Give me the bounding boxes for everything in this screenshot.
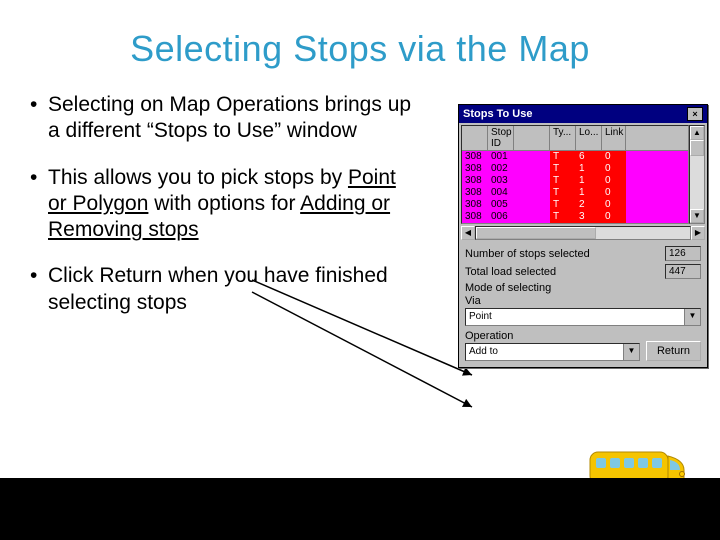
hscroll-track[interactable] [475,226,691,240]
bullet-2: • This allows you to pick stops by Point… [30,165,420,244]
table-row[interactable]: 308003T10 [462,175,688,187]
bullet-1-text: Selecting on Map Operations brings up a … [48,92,420,145]
load-selected-label: Total load selected [465,266,665,278]
scroll-right-icon[interactable]: ▶ [691,226,705,240]
operation-label: Operation [465,330,640,342]
close-icon[interactable]: × [687,107,703,121]
num-selected-row: Number of stops selected 126 [465,246,701,261]
num-selected-value: 126 [665,246,701,261]
chevron-down-icon[interactable]: ▼ [684,309,700,325]
bullet-dot: • [30,92,48,118]
scroll-down-icon[interactable]: ▼ [690,209,704,223]
chevron-down-icon[interactable]: ▼ [623,344,639,360]
bullet-dot: • [30,263,48,289]
stops-grid[interactable]: Stop ID Ty... Lo... Link 308001T60308002… [461,125,689,224]
bullet-3-text: Click Return when you have finished sele… [48,263,420,316]
mode-label: Mode of selecting [465,282,701,294]
table-row[interactable]: 308004T10 [462,187,688,199]
via-label: Via [465,295,701,307]
table-row[interactable]: 308006T30 [462,211,688,223]
stops-to-use-dialog: Stops To Use × Stop ID Ty... Lo... Link … [458,104,708,368]
hscroll-thumb[interactable] [476,227,596,239]
num-selected-label: Number of stops selected [465,248,665,260]
vertical-scrollbar[interactable]: ▲ ▼ [689,125,705,224]
bullet-dot: • [30,165,48,191]
load-selected-value: 447 [665,264,701,279]
scroll-left-icon[interactable]: ◀ [461,226,475,240]
table-row[interactable]: 308002T10 [462,163,688,175]
bullet-3: • Click Return when you have finished se… [30,263,420,316]
bullet-1: • Selecting on Map Operations brings up … [30,92,420,145]
horizontal-scrollbar[interactable]: ◀ ▶ [461,226,705,240]
dialog-title: Stops To Use [463,108,687,120]
dialog-titlebar: Stops To Use × [459,105,707,123]
scroll-thumb[interactable] [690,140,704,156]
return-button[interactable]: Return [646,341,701,361]
footer-bar [0,478,720,540]
operation-combo[interactable]: Add to ▼ [465,343,640,361]
scroll-track[interactable] [690,140,704,209]
bullet-list: • Selecting on Map Operations brings up … [0,70,420,316]
page-title: Selecting Stops via the Map [0,0,720,70]
grid-header: Stop ID Ty... Lo... Link [462,126,688,151]
table-row[interactable]: 308001T60 [462,151,688,163]
via-combo-value: Point [466,309,684,325]
operation-combo-value: Add to [466,344,623,360]
table-row[interactable]: 308005T20 [462,199,688,211]
load-selected-row: Total load selected 447 [465,264,701,279]
bullet-2-text: This allows you to pick stops by Point o… [48,165,420,244]
via-combo[interactable]: Point ▼ [465,308,701,326]
scroll-up-icon[interactable]: ▲ [690,126,704,140]
